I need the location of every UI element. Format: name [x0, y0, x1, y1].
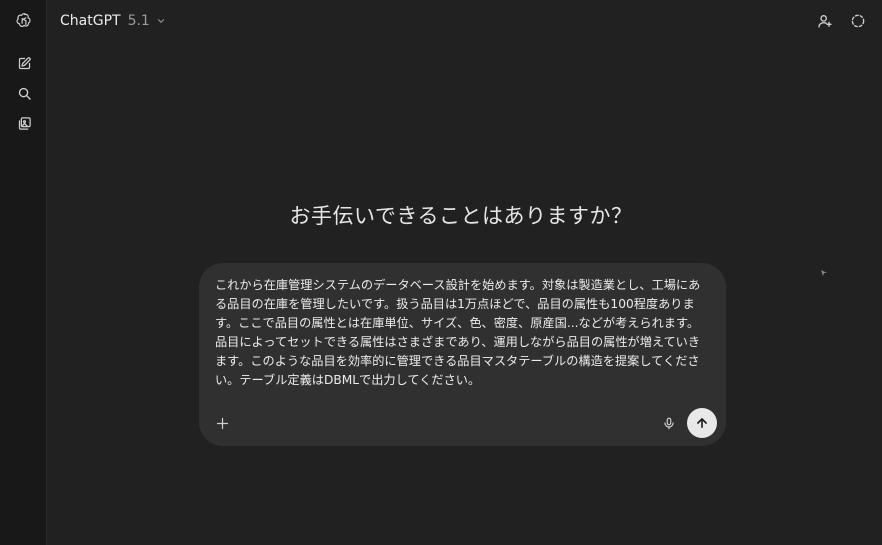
- model-selector[interactable]: ChatGPT 5.1: [60, 11, 166, 31]
- sidebar: [0, 0, 47, 545]
- model-name: ChatGPT: [60, 13, 121, 29]
- new-chat-icon[interactable]: [14, 53, 34, 73]
- arrow-up-icon: [695, 416, 709, 430]
- mouse-cursor-icon: [821, 261, 827, 276]
- send-button[interactable]: [687, 408, 717, 438]
- search-icon[interactable]: [14, 83, 34, 103]
- app-window: ChatGPT 5.1 お手伝いできることはありますか？ これから在庫管理システ…: [0, 0, 882, 545]
- model-version: 5.1: [127, 13, 150, 29]
- message-input[interactable]: これから在庫管理システムのデータベース設計を始めます。対象は製造業とし、工場にあ…: [215, 276, 711, 390]
- greeting-heading: お手伝いできることはありますか？: [289, 204, 633, 228]
- attach-plus-icon[interactable]: [212, 413, 232, 433]
- add-person-icon[interactable]: [815, 11, 835, 31]
- message-composer[interactable]: これから在庫管理システムのデータベース設計を始めます。対象は製造業とし、工場にあ…: [199, 263, 726, 446]
- openai-logo-icon[interactable]: [14, 11, 34, 31]
- chevron-down-icon: [156, 16, 166, 26]
- library-icon[interactable]: [14, 113, 34, 133]
- microphone-icon[interactable]: [659, 413, 679, 433]
- temporary-chat-icon[interactable]: [848, 11, 868, 31]
